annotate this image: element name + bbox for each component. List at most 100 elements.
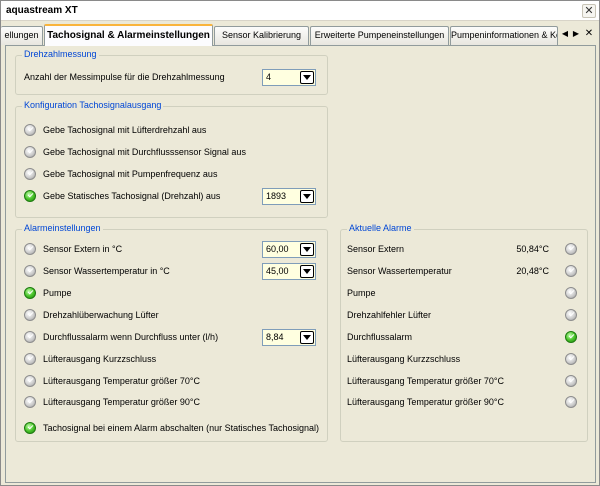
group-alarmeinstellungen: Alarmeinstellungen Sensor Extern in °C 6…: [15, 223, 328, 442]
tacho-option-durchfluss[interactable]: Gebe Tachosignal mit Durchflusssensor Si…: [24, 143, 246, 161]
current-alarm-temp-90: Lüfterausgang Temperatur größer 90°C: [347, 393, 577, 411]
alarm-setting-pumpe[interactable]: Pumpe: [24, 284, 72, 302]
tacho-option-label: Gebe Tachosignal mit Durchflusssensor Si…: [43, 147, 246, 157]
group-tachosignalausgang: Konfiguration Tachosignalausgang Gebe Ta…: [15, 100, 328, 218]
app-window: aquastream XT ✕ ellungen Tachosignal & A…: [0, 0, 600, 486]
status-led-icon[interactable]: [24, 396, 36, 408]
alarm-setting-label: Durchflussalarm wenn Durchfluss unter (l…: [43, 332, 219, 342]
tab-scroll-left-icon[interactable]: ◀: [560, 27, 570, 41]
status-led-icon[interactable]: [24, 422, 36, 434]
sensor-extern-value: 60,00: [266, 244, 289, 254]
alarm-setting-label: Drehzahlüberwachung Lüfter: [43, 310, 159, 320]
status-led-icon: [565, 265, 577, 277]
sensor-extern-select[interactable]: 60,00: [262, 241, 316, 258]
group-legend-drehzahlmessung: Drehzahlmessung: [22, 49, 99, 59]
alarm-setting-label: Lüfterausgang Temperatur größer 90°C: [43, 397, 201, 407]
status-led-icon[interactable]: [24, 309, 36, 321]
tab-content-panel: Drehzahlmessung Anzahl der Messimpulse f…: [5, 45, 596, 483]
tab-erweiterte-pumpeneinstellungen[interactable]: Erweiterte Pumpeneinstellungen: [310, 26, 449, 45]
chevron-down-icon[interactable]: [300, 243, 314, 256]
status-led-icon: [565, 243, 577, 255]
current-alarm-drehzahlfehler: Drehzahlfehler Lüfter: [347, 306, 577, 324]
group-legend-aktuelle-alarme: Aktuelle Alarme: [347, 223, 414, 233]
status-led-icon: [565, 331, 577, 343]
status-led-icon[interactable]: [24, 243, 36, 255]
current-alarm-durchfluss: Durchflussalarm: [347, 328, 577, 346]
current-alarm-label: Durchflussalarm: [347, 332, 413, 342]
tab-einstellungen[interactable]: ellungen: [1, 26, 43, 45]
chevron-down-icon[interactable]: [300, 71, 314, 84]
chevron-down-icon[interactable]: [300, 331, 314, 344]
status-led-icon[interactable]: [24, 168, 36, 180]
tacho-option-statisch[interactable]: Gebe Statisches Tachosignal (Drehzahl) a…: [24, 187, 220, 205]
alarm-setting-label: Sensor Extern in °C: [43, 244, 123, 254]
current-alarm-sensor-extern: Sensor Extern 50,84°C: [347, 240, 577, 258]
alarm-setting-label: Pumpe: [43, 288, 72, 298]
tacho-option-label: Gebe Tachosignal mit Pumpenfrequenz aus: [43, 169, 218, 179]
tab-strip: ellungen Tachosignal & Alarmeinstellunge…: [1, 22, 599, 46]
tab-tachosignal-alarme[interactable]: Tachosignal & Alarmeinstellungen: [44, 24, 213, 46]
chevron-down-icon[interactable]: [300, 190, 314, 203]
current-alarm-kurzschluss: Lüfterausgang Kurzzschluss: [347, 350, 577, 368]
static-tacho-select[interactable]: 1893: [262, 188, 316, 205]
alarm-setting-kurzschluss[interactable]: Lüfterausgang Kurzzschluss: [24, 350, 156, 368]
window-title: aquastream XT: [6, 5, 78, 16]
tacho-option-label: Gebe Statisches Tachosignal (Drehzahl) a…: [43, 191, 221, 201]
status-led-icon[interactable]: [24, 265, 36, 277]
current-alarm-label: Lüfterausgang Temperatur größer 90°C: [347, 397, 505, 407]
status-led-icon: [565, 375, 577, 387]
tab-pumpeninformationen[interactable]: Pumpeninformationen & Ke: [450, 26, 558, 45]
alarm-setting-temp-90[interactable]: Lüfterausgang Temperatur größer 90°C: [24, 393, 200, 411]
alarm-setting-label: Lüfterausgang Temperatur größer 70°C: [43, 376, 201, 386]
current-alarm-wassertemperatur: Sensor Wassertemperatur 20,48°C: [347, 262, 577, 280]
current-alarm-label: Sensor Wassertemperatur: [347, 266, 452, 276]
tacho-option-luefter[interactable]: Gebe Tachosignal mit Lüfterdrehzahl aus: [24, 121, 206, 139]
current-alarm-temp-70: Lüfterausgang Temperatur größer 70°C: [347, 372, 577, 390]
status-led-icon[interactable]: [24, 287, 36, 299]
status-led-icon: [565, 309, 577, 321]
durchfluss-select[interactable]: 8,84: [262, 329, 316, 346]
alarm-setting-tacho-abschalten[interactable]: Tachosignal bei einem Alarm abschalten (…: [24, 419, 319, 437]
alarm-setting-label: Sensor Wassertemperatur in °C: [43, 266, 170, 276]
status-led-icon[interactable]: [24, 331, 36, 343]
tab-sensor-kalibrierung[interactable]: Sensor Kalibrierung: [214, 26, 309, 45]
status-led-icon[interactable]: [24, 124, 36, 136]
alarm-setting-sensor-extern[interactable]: Sensor Extern in °C: [24, 240, 122, 258]
window-close-button[interactable]: ✕: [582, 4, 596, 18]
alarm-setting-wassertemperatur[interactable]: Sensor Wassertemperatur in °C: [24, 262, 170, 280]
status-led-icon: [565, 353, 577, 365]
current-alarm-value: 50,84°C: [516, 244, 549, 254]
messimpulse-value: 4: [266, 72, 272, 82]
tab-scroll-right-icon[interactable]: ▶: [571, 27, 581, 41]
chevron-down-icon[interactable]: [300, 265, 314, 278]
status-led-icon[interactable]: [24, 375, 36, 387]
current-alarm-label: Lüfterausgang Kurzzschluss: [347, 354, 461, 364]
tacho-option-pumpenfrequenz[interactable]: Gebe Tachosignal mit Pumpenfrequenz aus: [24, 165, 217, 183]
status-led-icon[interactable]: [24, 146, 36, 158]
alarm-setting-label: Tachosignal bei einem Alarm abschalten (…: [43, 423, 319, 433]
wassertemperatur-select[interactable]: 45,00: [262, 263, 316, 280]
alarm-setting-drehzahl-luefter[interactable]: Drehzahlüberwachung Lüfter: [24, 306, 159, 324]
static-tacho-value: 1893: [266, 191, 287, 201]
alarm-setting-label: Lüfterausgang Kurzzschluss: [43, 354, 157, 364]
status-led-icon[interactable]: [24, 353, 36, 365]
messimpulse-label: Anzahl der Messimpulse für die Drehzahlm…: [24, 72, 225, 82]
current-alarm-label: Pumpe: [347, 288, 376, 298]
group-legend-tachosignal: Konfiguration Tachosignalausgang: [22, 100, 164, 110]
current-alarm-value: 20,48°C: [516, 266, 549, 276]
current-alarm-label: Sensor Extern: [347, 244, 405, 254]
group-legend-alarmeinstellungen: Alarmeinstellungen: [22, 223, 103, 233]
current-alarm-pumpe: Pumpe: [347, 284, 577, 302]
title-bar: aquastream XT ✕: [1, 1, 599, 21]
status-led-icon[interactable]: [24, 190, 36, 202]
current-alarm-label: Lüfterausgang Temperatur größer 70°C: [347, 376, 505, 386]
status-led-icon: [565, 287, 577, 299]
status-led-icon: [565, 396, 577, 408]
messimpulse-select[interactable]: 4: [262, 69, 316, 86]
tab-close-icon[interactable]: ✕: [584, 27, 594, 41]
messimpulse-row: Anzahl der Messimpulse für die Drehzahlm…: [24, 68, 225, 86]
durchfluss-value: 8,84: [266, 332, 284, 342]
alarm-setting-temp-70[interactable]: Lüfterausgang Temperatur größer 70°C: [24, 372, 200, 390]
alarm-setting-durchfluss[interactable]: Durchflussalarm wenn Durchfluss unter (l…: [24, 328, 218, 346]
group-aktuelle-alarme: Aktuelle Alarme Sensor Extern 50,84°C Se…: [340, 223, 588, 442]
